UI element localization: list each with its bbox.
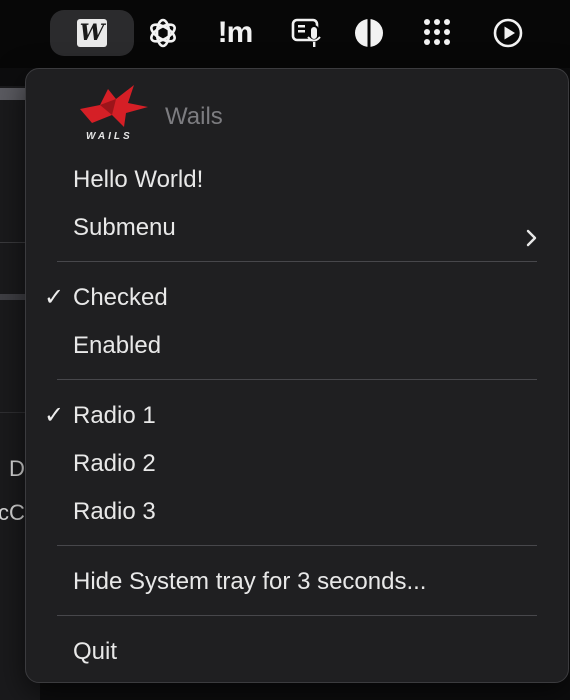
menu-item-label: Radio 3 (73, 498, 156, 525)
play-circle-icon[interactable] (485, 10, 531, 56)
menu-item-label: Hello World! (73, 166, 204, 193)
menu-separator (57, 261, 537, 262)
menu-separator (57, 545, 537, 546)
menu-item-checked[interactable]: ✓ Checked (26, 278, 568, 318)
openai-icon[interactable] (140, 10, 186, 56)
im-icon-text: !m (217, 16, 254, 49)
menu-header: WAILS Wails (26, 83, 568, 143)
menu-bar: W !m (0, 0, 570, 68)
contrast-icon[interactable] (346, 10, 392, 56)
menu-separator (57, 379, 537, 380)
menu-item-hello-world[interactable]: Hello World! (26, 160, 568, 200)
checkmark-icon: ✓ (44, 402, 65, 429)
menu-item-label: Enabled (73, 332, 162, 359)
background-text: cC (0, 500, 25, 525)
logo-wordmark: WAILS (86, 131, 133, 142)
menu-item-label: Radio 2 (73, 450, 156, 477)
im-icon[interactable]: !m (212, 10, 258, 56)
menu-separator (57, 615, 537, 616)
wails-tray-button[interactable]: W (50, 10, 134, 56)
menu-item-label: Radio 1 (73, 402, 156, 429)
menu-item-enabled[interactable]: Enabled (26, 326, 568, 366)
checkmark-icon: ✓ (44, 284, 65, 311)
menu-header-title: Wails (165, 103, 223, 130)
tray-menu: WAILS Wails Hello World! Submenu ✓ Check… (25, 68, 569, 683)
menu-item-quit[interactable]: Quit (26, 632, 568, 672)
menu-item-label: Hide System tray for 3 seconds... (73, 568, 427, 595)
grid-dots-icon[interactable] (414, 10, 460, 56)
menu-item-radio-3[interactable]: Radio 3 (26, 492, 568, 532)
menu-item-hide-tray[interactable]: Hide System tray for 3 seconds... (26, 562, 568, 602)
wails-tray-icon: W (77, 19, 107, 47)
wails-logo: WAILS (78, 83, 150, 145)
dictation-icon[interactable] (284, 10, 330, 56)
menu-item-label: Quit (73, 638, 118, 665)
menu-item-label: Submenu (73, 214, 176, 241)
menu-item-radio-2[interactable]: Radio 2 (26, 444, 568, 484)
background-text: D (9, 456, 25, 481)
menu-item-radio-1[interactable]: ✓ Radio 1 (26, 396, 568, 436)
menu-item-label: Checked (73, 284, 168, 311)
chevron-right-icon (526, 220, 538, 260)
menu-item-submenu[interactable]: Submenu (26, 208, 568, 248)
